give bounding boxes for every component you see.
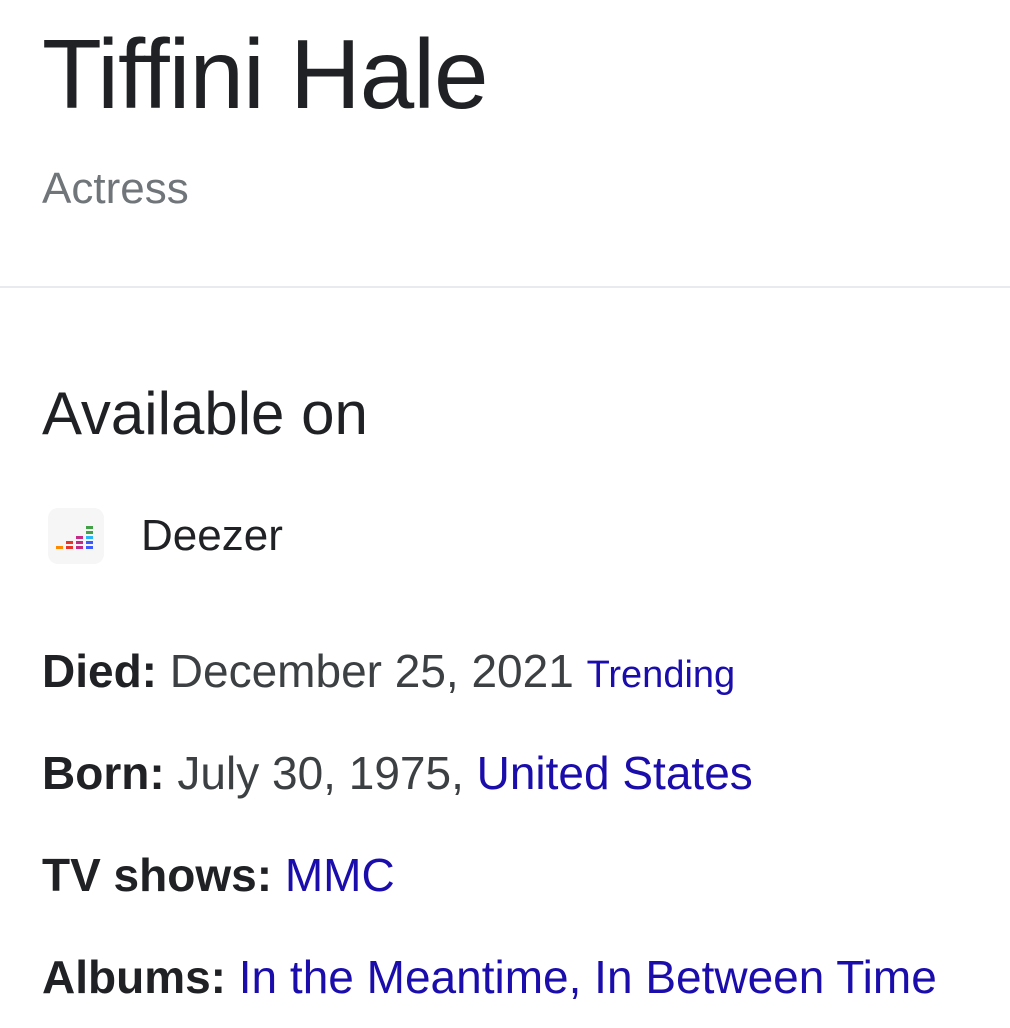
fact-albums: Albums: In the Meantime, In Between Time xyxy=(42,949,937,1005)
tv-show-link[interactable]: MMC xyxy=(285,849,395,901)
divider xyxy=(0,286,1010,288)
deezer-icon xyxy=(48,508,104,564)
page-title: Tiffini Hale xyxy=(42,19,489,129)
trending-link[interactable]: Trending xyxy=(587,654,736,696)
album-link[interactable]: In the Meantime, In Between Time xyxy=(239,951,937,1003)
birthplace-link[interactable]: United States xyxy=(477,747,753,799)
fact-label: Born: xyxy=(42,747,165,799)
fact-died: Died: December 25, 2021 Trending xyxy=(42,643,735,703)
fact-label: Albums: xyxy=(42,951,226,1003)
fact-label: TV shows: xyxy=(42,849,273,901)
fact-label: Died: xyxy=(42,645,157,697)
provider-deezer-link[interactable]: Deezer xyxy=(48,508,283,564)
fact-born: Born: July 30, 1975, United States xyxy=(42,745,753,801)
provider-label: Deezer xyxy=(141,511,283,560)
available-on-heading: Available on xyxy=(42,380,368,447)
fact-tv-shows: TV shows: MMC xyxy=(42,847,395,903)
fact-value: July 30, 1975, xyxy=(177,747,477,799)
fact-value: December 25, 2021 xyxy=(169,645,574,697)
entity-type-subtitle: Actress xyxy=(42,164,189,213)
